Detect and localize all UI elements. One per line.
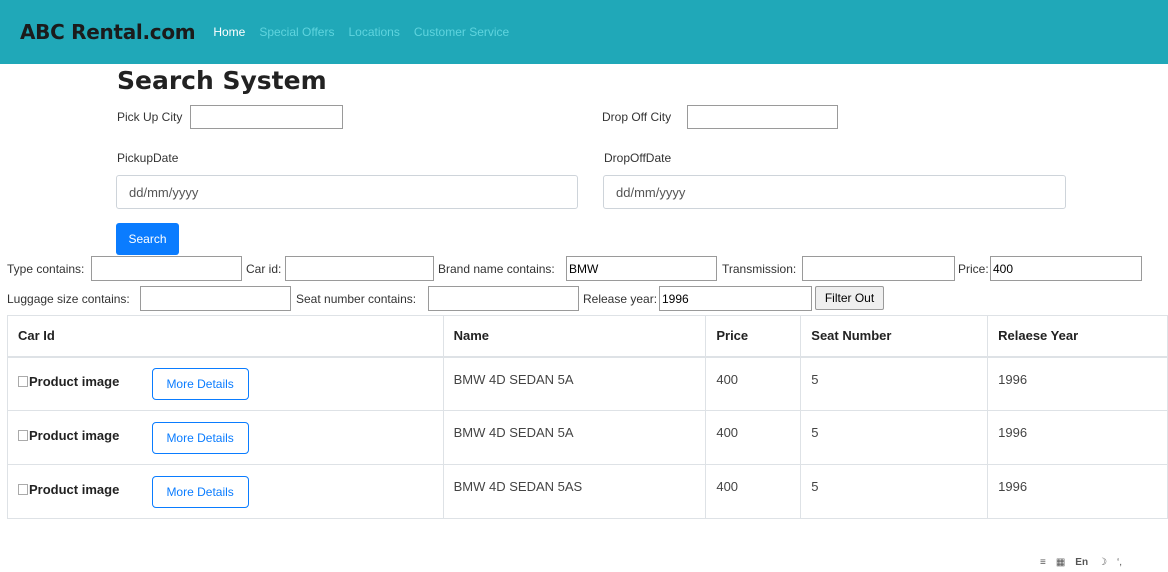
pickup-city-label: Pick Up City xyxy=(117,110,183,124)
nav-customer-service[interactable]: Customer Service xyxy=(414,25,509,39)
broken-image-icon xyxy=(18,376,28,388)
table-row: Product image More Details BMW 4D SEDAN … xyxy=(7,464,1168,519)
moon-icon[interactable]: ☽ xyxy=(1098,557,1107,568)
price-filter-input[interactable] xyxy=(990,256,1142,281)
price-cell: 400 xyxy=(705,356,802,411)
more-details-button[interactable]: More Details xyxy=(151,475,249,508)
pickup-city-input[interactable] xyxy=(190,105,343,129)
page-title: Search System xyxy=(117,66,327,95)
menu-icon[interactable]: ≡ xyxy=(1040,557,1046,568)
results-table: Car Id Name Price Seat Number Relaese Ye… xyxy=(7,315,1168,519)
price-filter-label: Price: xyxy=(958,262,989,276)
release-filter-label: Release year: xyxy=(583,292,658,306)
price-cell: 400 xyxy=(705,410,802,465)
brand-filter-input[interactable] xyxy=(566,256,717,281)
punctuation-icon[interactable]: ‘, xyxy=(1117,557,1122,568)
dropoff-date-label: DropOffDate xyxy=(604,151,672,165)
seats-cell: 5 xyxy=(800,410,989,465)
car-id-filter-input[interactable] xyxy=(285,256,434,281)
luggage-filter-input[interactable] xyxy=(140,286,291,311)
ime-toolbar: ≡ ▦ En ☽ ‘, xyxy=(1040,553,1122,571)
name-cell: BMW 4D SEDAN 5A xyxy=(442,356,707,411)
navbar: ABC Rental.com Home Special Offers Locat… xyxy=(0,0,1168,64)
price-cell: 400 xyxy=(705,464,802,519)
col-car-id[interactable]: Car Id xyxy=(7,315,444,358)
car-id-cell: Product image More Details xyxy=(7,356,444,411)
nav-links: Home Special Offers Locations Customer S… xyxy=(213,25,523,39)
more-details-button[interactable]: More Details xyxy=(151,421,249,454)
brand-filter-label: Brand name contains: xyxy=(438,262,555,276)
col-name[interactable]: Name xyxy=(442,315,707,358)
name-cell: BMW 4D SEDAN 5A xyxy=(442,410,707,465)
col-seat-number[interactable]: Seat Number xyxy=(800,315,989,358)
year-cell: 1996 xyxy=(987,464,1168,519)
product-image-alt: Product image xyxy=(29,374,120,390)
keyboard-icon[interactable]: ▦ xyxy=(1056,557,1065,568)
pickup-date-label: PickupDate xyxy=(117,151,179,165)
seats-cell: 5 xyxy=(800,464,989,519)
name-cell: BMW 4D SEDAN 5AS xyxy=(442,464,707,519)
product-image: Product image xyxy=(18,482,148,497)
car-id-cell: Product image More Details xyxy=(7,464,444,519)
pickup-date-input[interactable] xyxy=(116,175,578,209)
table-row: Product image More Details BMW 4D SEDAN … xyxy=(7,410,1168,465)
year-cell: 1996 xyxy=(987,410,1168,465)
filter-out-button[interactable]: Filter Out xyxy=(815,286,884,310)
search-button[interactable]: Search xyxy=(116,223,179,255)
product-image-alt: Product image xyxy=(29,427,120,443)
product-image: Product image xyxy=(18,374,148,389)
type-filter-label: Type contains: xyxy=(7,262,85,276)
dropoff-date-input[interactable] xyxy=(603,175,1066,209)
seats-cell: 5 xyxy=(800,356,989,411)
product-image: Product image xyxy=(18,428,148,443)
luggage-filter-label: Luggage size contains: xyxy=(7,292,130,306)
table-row: Product image More Details BMW 4D SEDAN … xyxy=(7,356,1168,411)
nav-special-offers[interactable]: Special Offers xyxy=(259,25,334,39)
col-release-year[interactable]: Relaese Year xyxy=(987,315,1168,358)
nav-locations[interactable]: Locations xyxy=(348,25,399,39)
transmission-filter-label: Transmission: xyxy=(722,262,797,276)
type-filter-input[interactable] xyxy=(91,256,242,281)
car-id-cell: Product image More Details xyxy=(7,410,444,465)
brand-logo[interactable]: ABC Rental.com xyxy=(20,20,196,44)
transmission-filter-input[interactable] xyxy=(802,256,955,281)
dropoff-city-label: Drop Off City xyxy=(602,110,672,124)
dropoff-city-input[interactable] xyxy=(687,105,838,129)
seat-filter-input[interactable] xyxy=(428,286,579,311)
seat-filter-label: Seat number contains: xyxy=(296,292,417,306)
col-price[interactable]: Price xyxy=(705,315,802,358)
car-id-filter-label: Car id: xyxy=(246,262,282,276)
release-filter-input[interactable] xyxy=(659,286,812,311)
table-header-row: Car Id Name Price Seat Number Relaese Ye… xyxy=(7,315,1168,358)
more-details-button[interactable]: More Details xyxy=(151,367,249,400)
product-image-alt: Product image xyxy=(29,481,120,497)
year-cell: 1996 xyxy=(987,356,1168,411)
language-toggle[interactable]: En xyxy=(1075,557,1088,568)
broken-image-icon xyxy=(18,429,28,441)
broken-image-icon xyxy=(18,483,28,495)
nav-home[interactable]: Home xyxy=(213,25,245,39)
